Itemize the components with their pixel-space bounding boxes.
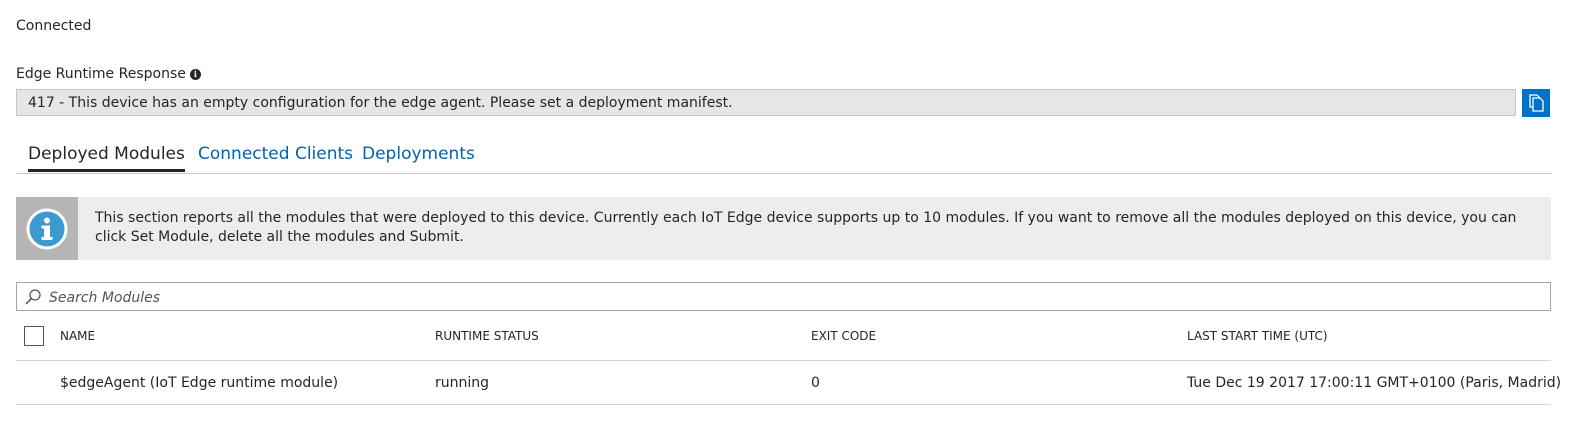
search-icon xyxy=(25,289,41,305)
module-tabs: Deployed Modules Connected Clients Deplo… xyxy=(16,140,1551,174)
table-header: NAME RUNTIME STATUS EXIT CODE LAST START… xyxy=(16,314,1551,361)
tab-connected-clients[interactable]: Connected Clients xyxy=(198,140,353,172)
column-header-exit-code[interactable]: EXIT CODE xyxy=(811,329,876,343)
info-circle-icon xyxy=(26,208,68,249)
info-banner-text: This section reports all the modules tha… xyxy=(95,210,1517,245)
column-header-runtime-status[interactable]: RUNTIME STATUS xyxy=(435,329,539,343)
modules-table: NAME RUNTIME STATUS EXIT CODE LAST START… xyxy=(16,314,1561,405)
edge-runtime-response-field[interactable]: 417 - This device has an empty configura… xyxy=(16,89,1516,116)
edge-runtime-response-label-text: Edge Runtime Response xyxy=(16,66,186,82)
tab-deployed-modules[interactable]: Deployed Modules xyxy=(28,140,185,172)
info-icon[interactable]: i xyxy=(189,68,201,80)
module-name-link[interactable]: $edgeAgent (IoT Edge runtime module) xyxy=(60,375,338,391)
column-header-last-start-time[interactable]: LAST START TIME (UTC) xyxy=(1187,329,1328,343)
select-all-checkbox[interactable] xyxy=(24,326,44,346)
connection-status: Connected xyxy=(16,18,92,34)
runtime-status-cell: running xyxy=(435,375,490,391)
edge-runtime-response-label: Edge Runtime Response i xyxy=(16,66,201,82)
search-input[interactable] xyxy=(47,285,1541,310)
column-header-name[interactable]: NAME xyxy=(60,329,95,343)
table-row[interactable]: $edgeAgent (IoT Edge runtime module) run… xyxy=(16,361,1561,405)
exit-code-cell: 0 xyxy=(811,375,820,391)
copy-icon xyxy=(1529,94,1544,112)
info-banner: This section reports all the modules tha… xyxy=(16,197,1551,260)
tab-deployments[interactable]: Deployments xyxy=(362,140,475,172)
search-field[interactable] xyxy=(16,282,1551,311)
copy-button[interactable] xyxy=(1522,89,1550,117)
last-start-time-cell: Tue Dec 19 2017 17:00:11 GMT+0100 (Paris… xyxy=(1187,375,1562,391)
info-banner-icon-area xyxy=(16,197,78,260)
